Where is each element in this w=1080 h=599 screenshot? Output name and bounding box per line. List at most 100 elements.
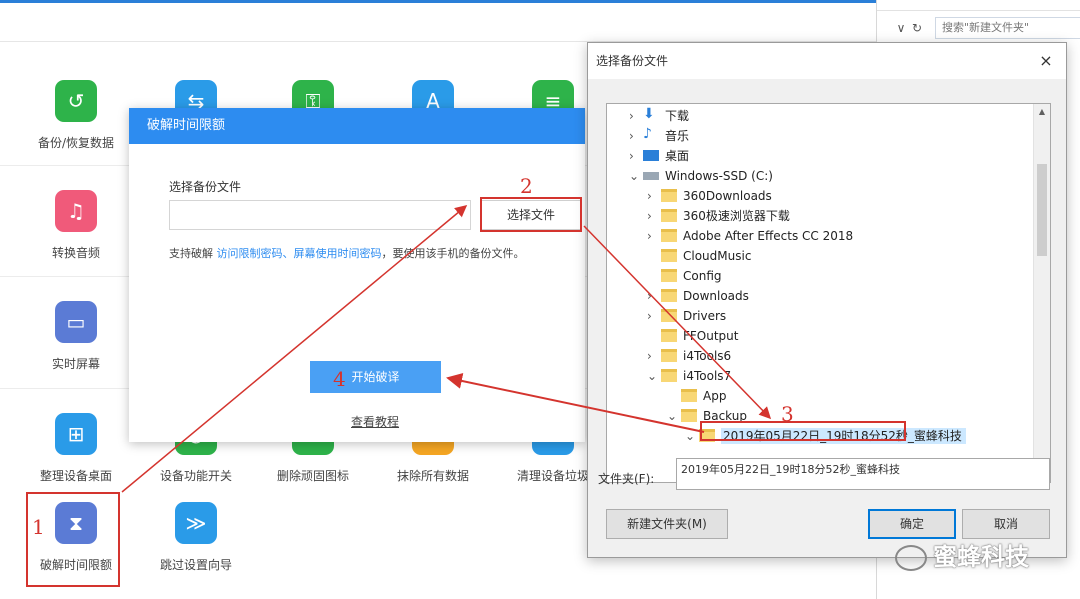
tool-label: 跳过设置向导 bbox=[159, 558, 232, 572]
restriction-passcode-link[interactable]: 访问限制密码 bbox=[217, 247, 283, 260]
folder-icon bbox=[661, 249, 677, 262]
folder-icon bbox=[681, 389, 697, 402]
chevron-right-icon[interactable]: › bbox=[629, 148, 639, 164]
annotation-number-3: 3 bbox=[781, 402, 794, 426]
search-input[interactable]: 搜索"新建文件夹" bbox=[935, 17, 1080, 39]
hint-separator: 、 bbox=[282, 247, 294, 260]
tree-item[interactable]: Config bbox=[607, 266, 1035, 286]
tree-item-label: 桌面 bbox=[665, 149, 690, 163]
grid-icon: ⊞ bbox=[55, 413, 97, 455]
chevron-right-icon[interactable]: › bbox=[647, 308, 657, 324]
tree-item-label: Drivers bbox=[683, 309, 727, 323]
tree-item[interactable]: › ♪ 音乐 bbox=[607, 126, 1035, 146]
backup-restore-icon: ↺ bbox=[55, 80, 97, 122]
tree-scrollbar[interactable]: ▲ ▼ bbox=[1033, 104, 1050, 482]
tree-item-label: App bbox=[703, 389, 727, 403]
tree-item[interactable]: CloudMusic bbox=[607, 246, 1035, 266]
backup-path-field[interactable] bbox=[169, 200, 471, 230]
tree-item-label: FFOutput bbox=[683, 329, 739, 343]
tool-music[interactable]: ♫ 转换音频 bbox=[16, 190, 136, 261]
download-arrow-icon: ⬇ bbox=[643, 106, 655, 122]
tree-item[interactable]: › Adobe After Effects CC 2018 bbox=[607, 226, 1035, 246]
tool-label: 抹除所有数据 bbox=[396, 469, 469, 483]
hint-prefix: 支持破解 bbox=[169, 247, 213, 260]
folder-icon bbox=[661, 289, 677, 302]
view-tutorial-link[interactable]: 查看教程 bbox=[351, 413, 399, 430]
folder-icon bbox=[661, 369, 677, 382]
chevron-right-icon[interactable]: › bbox=[647, 288, 657, 304]
music-note-icon: ♪ bbox=[643, 126, 652, 142]
app-top-bar bbox=[0, 0, 880, 42]
select-backup-label: 选择备份文件 bbox=[169, 180, 242, 194]
folder-icon bbox=[661, 229, 677, 242]
chevron-down-icon[interactable]: ⌄ bbox=[629, 168, 639, 184]
folder-icon bbox=[681, 409, 697, 422]
cancel-button[interactable]: 取消 bbox=[962, 509, 1050, 539]
tree-item[interactable]: App bbox=[607, 386, 1035, 406]
folder-icon bbox=[661, 349, 677, 362]
drive-icon bbox=[643, 172, 659, 180]
screen-icon: ▭ bbox=[55, 301, 97, 343]
folder-icon bbox=[661, 309, 677, 322]
chevron-right-icon[interactable]: › bbox=[629, 128, 639, 144]
ok-button[interactable]: 确定 bbox=[868, 509, 956, 539]
annotation-number-1: 1 bbox=[32, 515, 45, 539]
chevron-right-icon[interactable]: › bbox=[647, 188, 657, 204]
scroll-up-icon[interactable]: ▲ bbox=[1034, 104, 1050, 120]
tool-label: 备份/恢复数据 bbox=[37, 136, 115, 150]
chevron-right-icon[interactable]: › bbox=[647, 228, 657, 244]
chevron-down-icon[interactable]: ⌄ bbox=[667, 408, 677, 424]
folder-icon bbox=[661, 189, 677, 202]
file-chooser-dialog: 选择备份文件 × › ⬇ 下载 › ♪ 音乐 › 桌面 ⌄ Windows-SSD (C:) › 36… bbox=[587, 42, 1067, 558]
tool-label: 实时屏幕 bbox=[51, 357, 100, 371]
desktop-icon bbox=[643, 150, 659, 161]
tree-item[interactable]: › 桌面 bbox=[607, 146, 1035, 166]
refresh-icon[interactable]: ↻ bbox=[909, 20, 925, 36]
tool-label: 转换音频 bbox=[51, 246, 100, 260]
scroll-thumb[interactable] bbox=[1037, 164, 1047, 256]
tree-item-label: Downloads bbox=[683, 289, 749, 303]
tree-item[interactable]: › 360Downloads bbox=[607, 186, 1035, 206]
annotation-number-4: 4 bbox=[333, 367, 346, 391]
new-folder-button[interactable]: 新建文件夹(M) bbox=[606, 509, 728, 539]
tree-item[interactable]: › Drivers bbox=[607, 306, 1035, 326]
tree-item[interactable]: › Downloads bbox=[607, 286, 1035, 306]
wechat-icon bbox=[895, 545, 927, 571]
tree-item-label: CloudMusic bbox=[683, 249, 752, 263]
chevron-right-icon[interactable]: › bbox=[647, 208, 657, 224]
annotation-box-choose-file bbox=[480, 197, 582, 232]
tool-screen[interactable]: ▭ 实时屏幕 bbox=[16, 301, 136, 372]
tree-item-label: 360Downloads bbox=[683, 189, 772, 203]
tree-item-label: 360极速浏览器下载 bbox=[683, 209, 790, 223]
tool-grid[interactable]: ⊞ 整理设备桌面 bbox=[16, 413, 136, 484]
start-crack-button[interactable]: 开始破译 bbox=[310, 361, 441, 393]
chevron-down-icon[interactable]: ⌄ bbox=[685, 428, 695, 444]
tree-item[interactable]: › ⬇ 下载 bbox=[607, 106, 1035, 126]
tool-skip-wizard[interactable]: ≫ 跳过设置向导 bbox=[136, 502, 256, 573]
watermark: 蜜蜂科技 bbox=[895, 537, 1029, 572]
tree-item[interactable]: › 360极速浏览器下载 bbox=[607, 206, 1035, 226]
folder-icon bbox=[661, 209, 677, 222]
tree-item[interactable]: ⌄ Windows-SSD (C:) bbox=[607, 166, 1035, 186]
annotation-number-2: 2 bbox=[520, 174, 533, 198]
close-icon[interactable]: × bbox=[1036, 51, 1056, 71]
tree-item-label: i4Tools6 bbox=[683, 349, 732, 363]
tree-item[interactable]: › i4Tools6 bbox=[607, 346, 1035, 366]
tree-item-label: 音乐 bbox=[665, 129, 690, 143]
watermark-text: 蜜蜂科技 bbox=[933, 543, 1029, 571]
chevron-down-icon[interactable]: ∨ bbox=[893, 20, 909, 36]
tool-label: 删除顽固图标 bbox=[276, 469, 349, 483]
folder-icon bbox=[661, 329, 677, 342]
tree-item[interactable]: FFOutput bbox=[607, 326, 1035, 346]
chevron-right-icon[interactable]: › bbox=[647, 348, 657, 364]
tree-item[interactable]: ⌄ i4Tools7 bbox=[607, 366, 1035, 386]
chevron-down-icon[interactable]: ⌄ bbox=[647, 368, 657, 384]
chevron-right-icon[interactable]: › bbox=[629, 108, 639, 124]
dialog-title: 破解时间限额 bbox=[129, 108, 585, 144]
tree-item-label: Adobe After Effects CC 2018 bbox=[683, 229, 854, 243]
screen-time-passcode-link[interactable]: 屏幕使用时间密码 bbox=[294, 247, 382, 260]
tool-backup-restore[interactable]: ↺ 备份/恢复数据 bbox=[16, 80, 136, 151]
folder-name-field[interactable]: 2019年05月22日_19时18分52秒_蜜蜂科技 bbox=[676, 458, 1050, 490]
tree-item-label: Config bbox=[683, 269, 722, 283]
skip-wizard-icon: ≫ bbox=[175, 502, 217, 544]
